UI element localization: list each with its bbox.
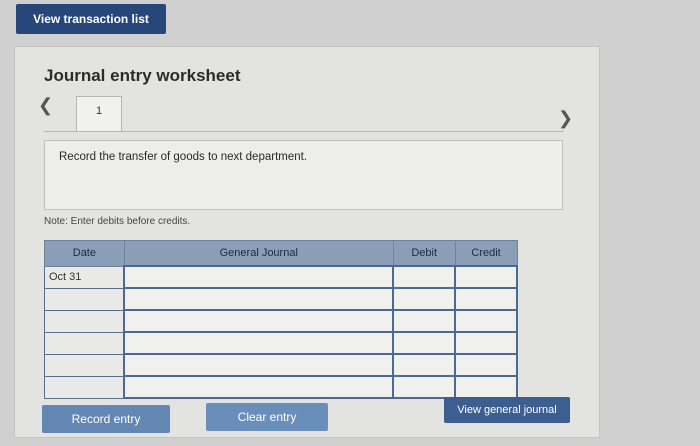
table-row (44, 375, 518, 399)
note-text: Note: Enter debits before credits. (44, 216, 191, 227)
debit-header: Debit (392, 240, 456, 267)
tab-divider (44, 131, 564, 132)
view-general-journal-button[interactable]: View general journal (444, 397, 570, 423)
debit-input[interactable] (392, 353, 457, 377)
debit-input[interactable] (392, 331, 457, 355)
table-header-row: Date General Journal Debit Credit (44, 240, 518, 267)
credit-header: Credit (454, 240, 518, 267)
date-cell: Oct 31 (44, 265, 125, 289)
journal-input[interactable] (123, 331, 395, 355)
page-title: Journal entry worksheet (44, 66, 241, 85)
credit-input[interactable] (454, 309, 518, 333)
date-cell (44, 287, 125, 311)
view-transaction-list-button[interactable]: View transaction list (16, 4, 166, 34)
journal-input[interactable] (123, 309, 395, 333)
debit-input[interactable] (392, 287, 457, 311)
record-entry-button[interactable]: Record entry (42, 405, 170, 433)
credit-input[interactable] (454, 287, 518, 311)
table-row (44, 309, 518, 333)
chevron-left-icon[interactable]: ❮ (38, 95, 53, 116)
journal-table: Date General Journal Debit Credit Oct 31 (44, 240, 518, 399)
journal-input[interactable] (123, 265, 395, 289)
date-header: Date (44, 240, 125, 267)
journal-input[interactable] (123, 287, 395, 311)
chevron-right-icon[interactable]: ❯ (558, 108, 573, 129)
journal-input[interactable] (123, 375, 395, 399)
instruction-text: Record the transfer of goods to next dep… (59, 151, 308, 163)
clear-entry-button[interactable]: Clear entry (206, 403, 328, 431)
journal-input[interactable] (123, 353, 395, 377)
tab-label: 1 (95, 105, 103, 117)
credit-input[interactable] (454, 375, 518, 399)
table-row (44, 353, 518, 377)
debit-input[interactable] (392, 309, 457, 333)
debit-input[interactable] (392, 375, 457, 399)
date-cell (44, 331, 125, 355)
date-cell (44, 309, 125, 333)
credit-input[interactable] (454, 331, 518, 355)
date-cell (44, 353, 125, 377)
debit-input[interactable] (392, 265, 457, 289)
table-row: Oct 31 (44, 265, 518, 289)
credit-input[interactable] (454, 265, 518, 289)
table-row (44, 287, 518, 311)
general-journal-header: General Journal (123, 240, 394, 267)
credit-input[interactable] (454, 353, 518, 377)
date-cell (44, 375, 125, 399)
table-row (44, 331, 518, 355)
tab-1[interactable]: 1 (76, 96, 122, 132)
instruction-box: Record the transfer of goods to next dep… (44, 140, 563, 210)
